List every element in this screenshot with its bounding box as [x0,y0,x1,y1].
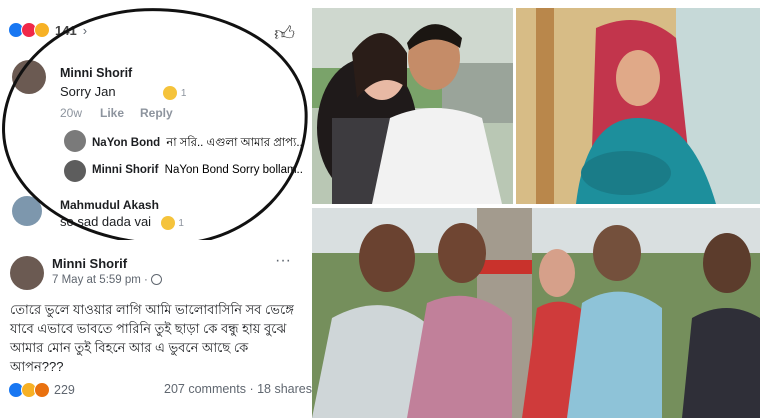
comments-screenshot: 141 › 👍︎ Minni Shorif Sorry Jan 1 20w Li… [0,0,309,240]
globe-icon [151,274,163,286]
angry-reaction-icon [34,382,50,398]
avatar[interactable] [10,256,44,290]
sad-reaction-icon [34,22,50,38]
shares-count: · 18 shares [249,382,312,396]
post-text: তোরে ভুলে যাওয়ার লাগি আমি ভালোবাসিনি সব… [10,302,294,374]
highlight-circle [0,2,309,240]
couple-selfie-illustration [312,8,513,204]
woman-portrait-photo [516,8,760,204]
comments-count: 207 comments [164,382,246,396]
post-reaction-summary[interactable]: 229 [8,382,75,398]
more-options-icon[interactable]: ··· [275,252,291,270]
couple-selfie-photo [312,8,513,204]
post-author[interactable]: Minni Shorif [52,256,127,271]
like-thumb-icon[interactable]: 👍︎ [274,22,295,46]
post-screenshot: Minni Shorif 7 May at 5:59 pm · ··· তোরে… [0,244,312,418]
crowd-scene-photo [312,208,760,418]
woman-portrait-illustration [516,8,760,204]
reaction-count: 229 [54,383,75,397]
post-time: 7 May at 5:59 pm · [52,274,163,286]
post-engagement[interactable]: 207 comments · 18 shares [164,382,312,396]
post-time-text: 7 May at 5:59 pm · [52,274,148,286]
crowd-scene-illustration [312,208,760,418]
